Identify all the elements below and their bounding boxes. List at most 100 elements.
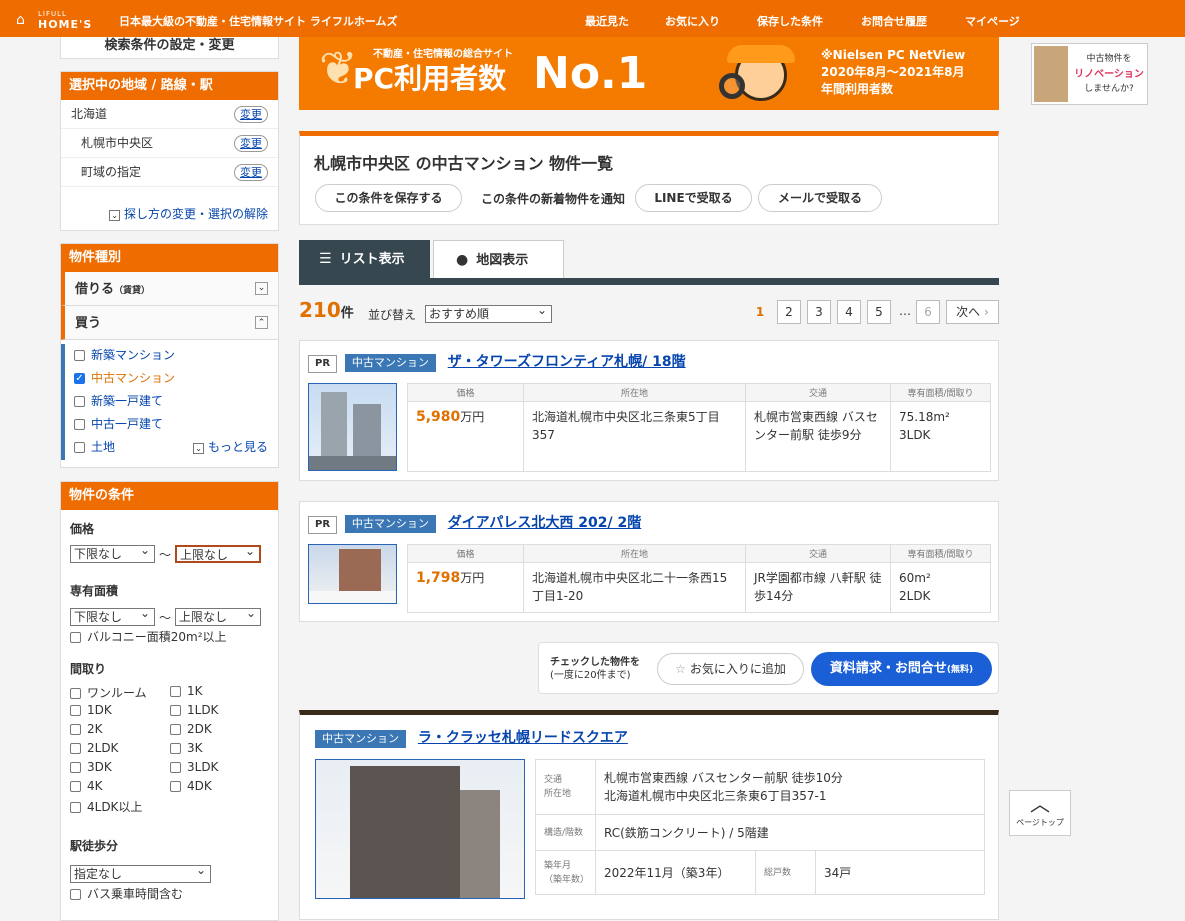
type-option-used-house[interactable]: 中古一戸建て [74, 413, 278, 436]
layout-option[interactable]: 2DK [170, 722, 212, 736]
buy-type-list: 新築マンション ✓ 中古マンション 新築一戸建て 中古一戸建て 土地 ⌄ もっと見… [61, 344, 278, 460]
result-count: 210件 [299, 298, 354, 322]
page-current: 1 [755, 305, 765, 319]
page-4[interactable]: 4 [837, 300, 861, 324]
property-photo[interactable] [315, 759, 525, 899]
nav-recently-viewed[interactable]: 最近見た [585, 13, 629, 29]
more-types-link[interactable]: ⌄ もっと見る [193, 438, 268, 456]
checkbox-checked[interactable]: ✓ [74, 373, 85, 384]
save-condition-button[interactable]: この条件を保存する [315, 184, 462, 212]
conditions-panel-title: 物件の条件 [61, 482, 278, 510]
global-header: ⌂ LIFULL HOME'S 日本最大級の不動産・住宅情報サイト ライフルホー… [0, 0, 1185, 37]
featured-access: 札幌市営東西線 バスセンター前駅 徒歩10分 [604, 771, 843, 785]
access-cell: 札幌市営東西線 バスセンター前駅 徒歩9分 [745, 401, 891, 472]
page-last[interactable]: 6 [916, 300, 940, 324]
change-hokkaido-button[interactable]: 変更 [234, 106, 268, 123]
featured-address: 北海道札幌市中央区北三条東6丁目357-1 [604, 789, 827, 803]
property-photo[interactable] [308, 544, 397, 604]
rent-toggle[interactable]: 借りる（賃貸） ⌄ [61, 272, 278, 306]
line-receive-button[interactable]: LINEで受取る [635, 184, 752, 212]
tab-list-view[interactable]: ☰ リスト表示 [299, 240, 430, 278]
add-favorite-button[interactable]: ☆ お気に入りに追加 [657, 653, 804, 685]
layout-option[interactable]: 1DK [70, 703, 112, 717]
renovation-banner[interactable]: 中古物件を リノベーション しませんか? [1031, 43, 1148, 105]
layout-option[interactable]: 2K [70, 722, 103, 736]
walk-select[interactable]: 指定なし [70, 862, 211, 883]
type-option-used-mansion[interactable]: ✓ 中古マンション [74, 367, 278, 390]
chevron-up-icon: ︿ [1030, 792, 1050, 816]
expand-icon[interactable]: ⌄ [255, 282, 268, 295]
checkbox[interactable] [70, 632, 81, 643]
bus-option[interactable]: バス乗車時間含む [70, 885, 183, 902]
mail-receive-button[interactable]: メールで受取る [758, 184, 882, 212]
property-header: PR 中古マンション ダイアパレス北大西 202/ 2階 [308, 512, 641, 534]
property-header: PR 中古マンション ザ・タワーズフロンティア札幌/ 18階 [308, 351, 686, 373]
collapse-icon[interactable]: ⌃ [255, 316, 268, 329]
balcony-option[interactable]: バルコニー面積20m²以上 [70, 628, 227, 645]
change-chuo-button[interactable]: 変更 [234, 135, 268, 152]
area-size-label: 専有面積 [70, 584, 119, 598]
checkbox[interactable] [74, 396, 85, 407]
nav-inquiry-history[interactable]: お問合せ履歴 [861, 13, 927, 29]
area-panel-title: 選択中の地域 / 路線・駅 [61, 72, 278, 100]
type-option-new-mansion[interactable]: 新築マンション [74, 344, 278, 367]
page-ellipsis: … [899, 304, 911, 318]
area-max-select[interactable]: 上限なし [175, 605, 261, 626]
type-panel-title: 物件種別 [61, 244, 278, 272]
checkbox[interactable] [74, 442, 85, 453]
type-panel: 物件種別 借りる（賃貸） ⌄ 買う ⌃ 新築マンション ✓ 中古マンション 新築一… [60, 243, 279, 468]
price-max-select[interactable]: 上限なし [175, 543, 261, 563]
layout-option[interactable]: 2LDK [70, 741, 118, 755]
page-5[interactable]: 5 [867, 300, 891, 324]
layout-option[interactable]: ワンルーム [70, 684, 147, 701]
list-icon: ☰ [319, 251, 332, 267]
sort-select[interactable]: おすすめ順 [425, 302, 552, 323]
area-panel: 選択中の地域 / 路線・駅 北海道 変更 札幌市中央区 変更 町域の指定 変更 … [60, 71, 279, 231]
featured-structure: RC(鉄筋コンクリート) / 5階建 [595, 814, 985, 851]
next-page-button[interactable]: 次へ › [946, 300, 999, 324]
property-card: PR 中古マンション ダイアパレス北大西 202/ 2階 価格 所在地 交通 専… [299, 501, 999, 622]
price-label: 価格 [70, 522, 95, 536]
layout-option[interactable]: 1LDK [170, 703, 218, 717]
site-tagline: 日本最大級の不動産・住宅情報サイト ライフルホームズ [119, 15, 398, 28]
no1-banner[interactable]: ❦ 不動産・住宅情報の総合サイト PC利用者数 No.1 ※Nielsen PC… [299, 37, 999, 110]
page-3[interactable]: 3 [807, 300, 831, 324]
checkbox[interactable] [74, 350, 85, 361]
lifull-homes-logo[interactable]: ⌂ LIFULL HOME'S [16, 10, 98, 32]
area-min-select[interactable]: 下限なし [70, 605, 155, 626]
layout-option[interactable]: 3DK [70, 760, 112, 774]
type-option-new-house[interactable]: 新築一戸建て [74, 390, 278, 413]
page-2[interactable]: 2 [777, 300, 801, 324]
kind-badge: 中古マンション [344, 354, 436, 372]
checkbox[interactable] [70, 889, 81, 900]
pr-badge: PR [308, 355, 338, 373]
property-title-link[interactable]: ダイアパレス北大西 202/ 2階 [448, 515, 642, 531]
layout-option[interactable]: 3K [170, 741, 203, 755]
nav-favorites[interactable]: お気に入り [665, 13, 720, 29]
layout-label: 間取り [70, 662, 107, 676]
layout-option[interactable]: 3LDK [170, 760, 218, 774]
layout-option[interactable]: 4DK [170, 779, 212, 793]
property-photo[interactable] [308, 383, 397, 471]
tab-map-view[interactable]: ● 地図表示 [433, 240, 564, 278]
change-method-link[interactable]: ⌄ 探し方の変更・選択の解除 [109, 205, 268, 222]
inquiry-button[interactable]: 資料請求・お問合せ(無料) [811, 652, 992, 686]
buy-toggle[interactable]: 買う ⌃ [61, 306, 278, 340]
change-town-button[interactable]: 変更 [234, 164, 268, 181]
kind-badge: 中古マンション [344, 515, 436, 533]
bulk-action-bar: チェックした物件を (一度に20件まで) ☆ お気に入りに追加 資料請求・お問合せ… [538, 642, 999, 694]
property-table: 価格 所在地 交通 専有面積/間取り 1,798万円 北海道札幌市中央区北二十一… [407, 544, 991, 613]
featured-property: 中古マンション ラ・クラッセ札幌リードスクエア 交通 所在地 札幌市営東西線 バス… [299, 710, 999, 920]
page-top-button[interactable]: ︿ ページトップ [1009, 790, 1071, 836]
checkbox[interactable] [74, 419, 85, 430]
layout-option[interactable]: 4LDK以上 [70, 798, 142, 815]
property-title-link[interactable]: ラ・クラッセ札幌リードスクエア [418, 730, 628, 746]
price-min-select[interactable]: 下限なし [70, 542, 155, 563]
nav-my-page[interactable]: マイページ [965, 13, 1020, 29]
layout-option[interactable]: 1K [170, 684, 203, 698]
area-row-town: 町域の指定 変更 [61, 158, 278, 187]
nav-saved-conditions[interactable]: 保存した条件 [757, 13, 823, 29]
layout-option[interactable]: 4K [70, 779, 103, 793]
search-settings-heading: 検索条件の設定・変更 [60, 37, 279, 59]
property-title-link[interactable]: ザ・タワーズフロンティア札幌/ 18階 [448, 354, 686, 370]
